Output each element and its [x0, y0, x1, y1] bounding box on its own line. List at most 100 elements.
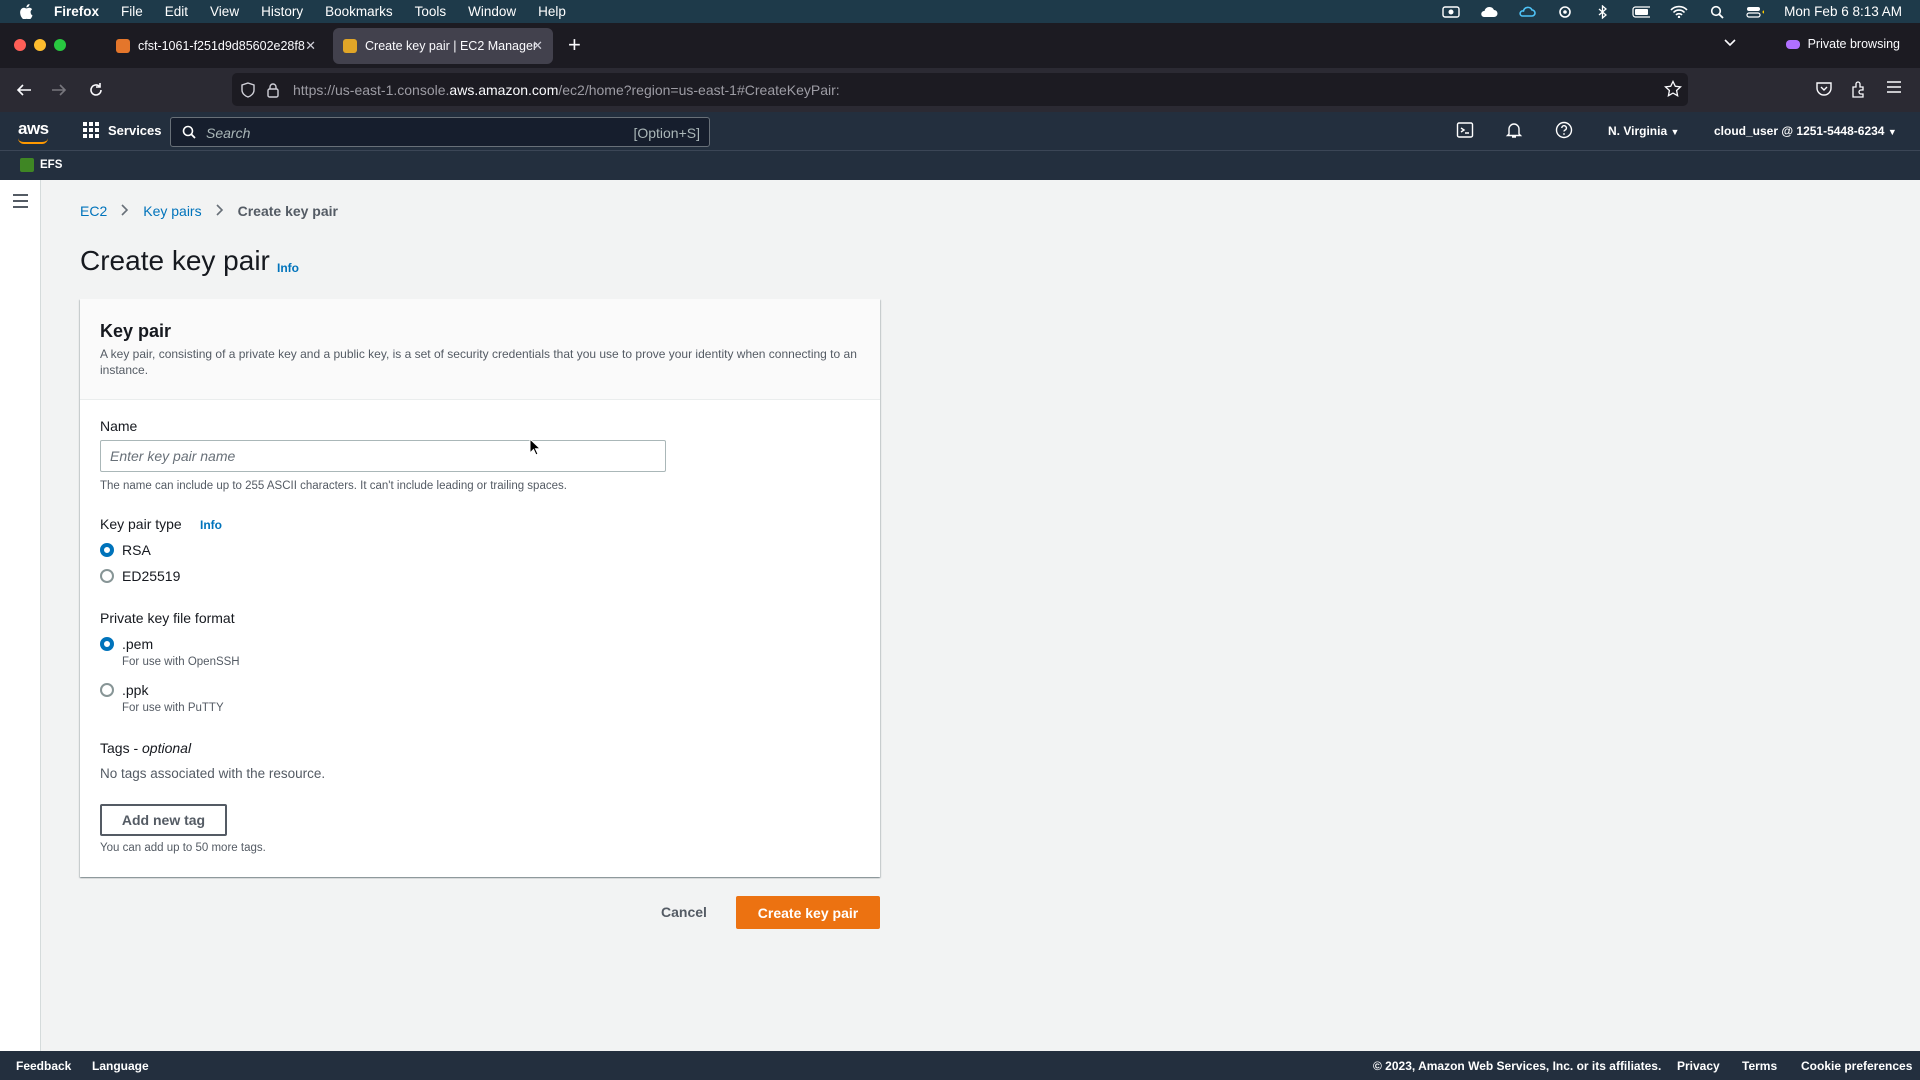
services-menu[interactable]: Services	[83, 122, 162, 138]
search-placeholder: Search	[206, 125, 251, 141]
name-label: Name	[100, 418, 138, 434]
hamburger-menu-icon[interactable]	[1886, 80, 1906, 100]
aws-cube-icon	[343, 39, 357, 53]
breadcrumb-key-pairs[interactable]: Key pairs	[143, 203, 201, 219]
lock-icon[interactable]	[266, 82, 282, 98]
browser-tab-bar: cfst-1061-f251d9d85602e28f8 ✕ Create key…	[0, 23, 1920, 68]
new-tab-button[interactable]: +	[568, 32, 581, 58]
console-footer: Feedback Language © 2023, Amazon Web Ser…	[0, 1051, 1920, 1080]
menu-history[interactable]: History	[261, 4, 303, 19]
create-key-pair-button[interactable]: Create key pair	[736, 896, 880, 929]
minimize-window-button[interactable]	[34, 39, 46, 51]
help-icon[interactable]	[1555, 121, 1575, 141]
copyright-text: © 2023, Amazon Web Services, Inc. or its…	[1373, 1059, 1662, 1073]
macos-menu-bar: Firefox File Edit View History Bookmarks…	[0, 0, 1920, 23]
battery-icon[interactable]	[1632, 5, 1651, 19]
aws-console-header: aws Services Search [Option+S] N. Virgin…	[0, 112, 1920, 150]
apple-icon[interactable]	[20, 4, 36, 19]
wifi-icon[interactable]	[1670, 5, 1688, 19]
key-pair-panel: Key pair A key pair, consisting of a pri…	[80, 299, 880, 877]
tags-hint: You can add up to 50 more tags.	[100, 842, 266, 854]
efs-service-icon	[20, 158, 34, 172]
menu-view[interactable]: View	[210, 4, 239, 19]
private-browsing-label: Private browsing	[1807, 37, 1900, 51]
aws-cube-icon	[116, 39, 130, 53]
radio-pem[interactable]	[100, 637, 114, 651]
services-label: Services	[108, 122, 162, 138]
tab-create-key-pair[interactable]: Create key pair | EC2 Manageme ✕	[333, 28, 553, 64]
pocket-icon[interactable]	[1815, 80, 1835, 100]
mouse-cursor-icon	[529, 437, 542, 456]
private-browsing-indicator: Private browsing	[1785, 37, 1900, 51]
favorite-efs[interactable]: EFS	[20, 158, 62, 172]
open-navigation-icon[interactable]	[13, 194, 28, 212]
menu-help[interactable]: Help	[538, 4, 566, 19]
radio-pem-label[interactable]: .pem	[122, 636, 153, 652]
close-tab-icon[interactable]: ✕	[305, 38, 316, 54]
radio-ppk[interactable]	[100, 683, 114, 697]
radio-ed25519[interactable]	[100, 569, 114, 583]
language-link[interactable]: Language	[92, 1059, 149, 1073]
menu-window[interactable]: Window	[468, 4, 516, 19]
private-mask-icon	[1785, 39, 1800, 49]
panel-description: A key pair, consisting of a private key …	[100, 347, 857, 377]
menu-tools[interactable]: Tools	[415, 4, 447, 19]
key-pair-name-field[interactable]	[100, 440, 666, 472]
radio-ed25519-label[interactable]: ED25519	[122, 568, 180, 584]
menu-edit[interactable]: Edit	[165, 4, 188, 19]
cloudshell-icon[interactable]	[1456, 121, 1476, 141]
privacy-link[interactable]: Privacy	[1677, 1059, 1720, 1073]
breadcrumb-ec2[interactable]: EC2	[80, 203, 107, 219]
clock[interactable]: Mon Feb 6 8:13 AM	[1784, 4, 1902, 19]
key-pair-type-info-link[interactable]: Info	[200, 518, 222, 532]
menu-bookmarks[interactable]: Bookmarks	[325, 4, 393, 19]
url-bar[interactable]: https://us-east-1.console.aws.amazon.com…	[232, 73, 1688, 106]
menu-firefox[interactable]: Firefox	[54, 4, 99, 19]
notifications-bell-icon[interactable]	[1505, 121, 1525, 141]
extensions-icon[interactable]	[1850, 80, 1870, 100]
account-menu[interactable]: cloud_user @ 1251-5448-6234 ▼	[1714, 124, 1897, 138]
key-pair-type-label: Key pair type	[100, 516, 182, 532]
aws-logo[interactable]: aws	[18, 119, 49, 144]
creative-cloud-icon[interactable]	[1518, 5, 1536, 19]
services-grid-icon	[83, 122, 99, 138]
unified-search[interactable]: Search [Option+S]	[170, 117, 710, 147]
back-button[interactable]	[13, 80, 35, 100]
radio-rsa-label[interactable]: RSA	[122, 542, 151, 558]
panel-header: Key pair A key pair, consisting of a pri…	[80, 299, 880, 400]
bluetooth-icon[interactable]	[1594, 4, 1612, 19]
tab-cfst[interactable]: cfst-1061-f251d9d85602e28f8 ✕	[106, 28, 326, 64]
chevron-right-icon	[216, 203, 224, 219]
terms-link[interactable]: Terms	[1742, 1059, 1777, 1073]
close-tab-icon[interactable]: ✕	[532, 38, 543, 54]
status-icons: Mon Feb 6 8:13 AM	[1442, 0, 1902, 23]
page-info-link[interactable]: Info	[277, 261, 299, 275]
radio-ppk-label[interactable]: .ppk	[122, 682, 148, 698]
list-tabs-icon[interactable]	[1723, 35, 1737, 53]
feedback-link[interactable]: Feedback	[16, 1059, 71, 1073]
add-new-tag-button[interactable]: Add new tag	[100, 804, 227, 836]
radio-rsa[interactable]	[100, 543, 114, 557]
menu-file[interactable]: File	[121, 4, 143, 19]
spotlight-icon[interactable]	[1708, 5, 1726, 19]
control-center-icon[interactable]	[1746, 5, 1765, 19]
reload-button[interactable]	[85, 80, 107, 100]
bookmark-star-icon[interactable]	[1664, 79, 1684, 100]
screen-record-icon[interactable]	[1442, 5, 1460, 19]
file-format-label: Private key file format	[100, 610, 235, 626]
page-title: Create key pair	[80, 245, 270, 276]
region-selector[interactable]: N. Virginia ▼	[1608, 124, 1679, 138]
close-window-button[interactable]	[14, 39, 26, 51]
cookie-preferences-link[interactable]: Cookie preferences	[1801, 1059, 1912, 1073]
sync-icon[interactable]	[1556, 5, 1574, 19]
forward-button[interactable]	[48, 80, 70, 100]
breadcrumb: EC2 Key pairs Create key pair	[80, 203, 338, 219]
no-tags-message: No tags associated with the resource.	[100, 766, 326, 781]
cancel-button[interactable]: Cancel	[661, 904, 707, 920]
key-pair-name-input[interactable]	[101, 441, 665, 471]
maximize-window-button[interactable]	[54, 39, 66, 51]
url-text[interactable]: https://us-east-1.console.aws.amazon.com…	[293, 82, 840, 98]
cloud-app-icon[interactable]	[1480, 5, 1498, 19]
search-icon	[182, 125, 196, 139]
shield-icon[interactable]	[240, 82, 256, 98]
